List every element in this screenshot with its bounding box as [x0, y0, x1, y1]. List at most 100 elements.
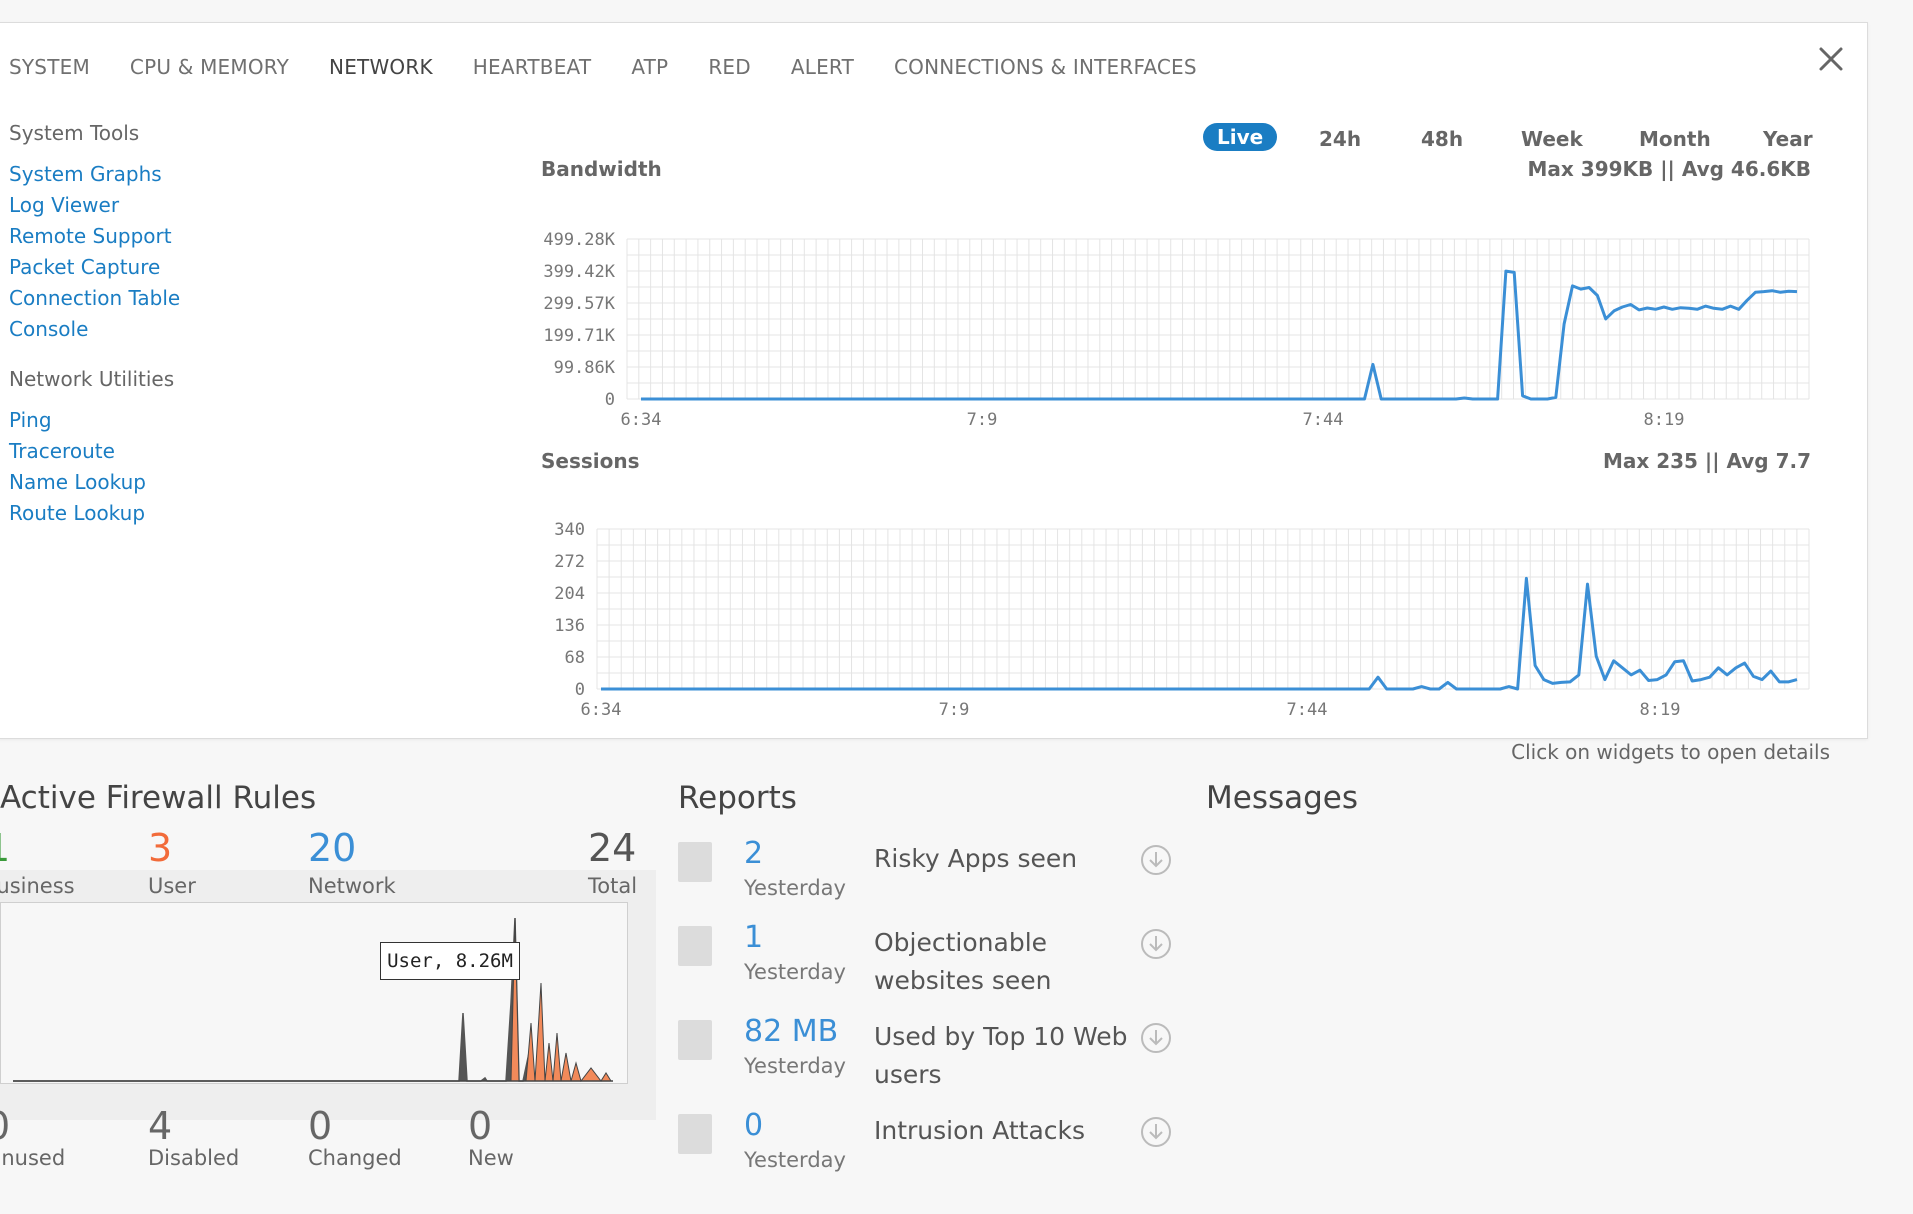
close-icon[interactable] — [1815, 43, 1847, 75]
y-tick-label: 299.57K — [543, 294, 615, 314]
bandwidth-stat: Max 399KB || Avg 46.6KB — [1527, 157, 1811, 181]
x-tick-label: 8:19 — [1644, 410, 1685, 430]
tab-heartbeat[interactable]: HEARTBEAT — [473, 55, 592, 79]
tab-network[interactable]: NETWORK — [329, 55, 433, 79]
y-tick-label: 136 — [554, 616, 585, 636]
firewall-total-count: 24 — [588, 826, 637, 870]
firewall-unused-count: 0 — [0, 1104, 10, 1148]
range-48h[interactable]: 48h — [1421, 127, 1463, 151]
firewall-unused-label: Unused — [0, 1146, 66, 1170]
firewall-user-count: 3 — [148, 826, 173, 870]
y-tick-label: 199.71K — [543, 326, 615, 346]
link-remote-support[interactable]: Remote Support — [9, 221, 180, 252]
sessions-title: Sessions — [541, 449, 640, 473]
tab-connections-interfaces[interactable]: CONNECTIONS & INTERFACES — [894, 55, 1197, 79]
chart-tooltip: User, 8.26M — [380, 942, 520, 980]
x-tick-label: 8:19 — [1640, 700, 1681, 720]
link-name-lookup[interactable]: Name Lookup — [9, 467, 180, 498]
network-panel: SYSTEM CPU & MEMORY NETWORK HEARTBEAT AT… — [0, 22, 1868, 739]
firewall-network-label: Network — [308, 874, 396, 898]
tab-alert[interactable]: ALERT — [791, 55, 854, 79]
firewall-business-label: Business — [0, 874, 75, 898]
y-tick-label: 0 — [575, 680, 585, 700]
report-risky-apps-label[interactable]: Risky Apps seen — [874, 840, 1134, 878]
firewall-network-count: 20 — [308, 826, 357, 870]
link-route-lookup[interactable]: Route Lookup — [9, 498, 180, 529]
link-ping[interactable]: Ping — [9, 405, 180, 436]
x-tick-label: 7:9 — [967, 410, 998, 430]
report-chart-icon — [678, 1020, 712, 1060]
range-24h[interactable]: 24h — [1319, 127, 1361, 151]
range-year[interactable]: Year — [1763, 127, 1813, 151]
widgets-hint: Click on widgets to open details — [1511, 740, 1830, 764]
firewall-total-label: Total — [588, 874, 638, 898]
range-month[interactable]: Month — [1639, 127, 1711, 151]
report-risky-apps-value[interactable]: 2 — [744, 836, 763, 871]
report-web-users-value[interactable]: 82 MB — [744, 1014, 838, 1049]
y-tick-label: 68 — [565, 648, 585, 668]
y-tick-label: 340 — [554, 520, 585, 540]
y-tick-label: 0 — [605, 390, 615, 410]
x-tick-label: 7:44 — [1303, 410, 1344, 430]
tab-atp[interactable]: ATP — [631, 55, 668, 79]
report-chart-icon — [678, 926, 712, 966]
bandwidth-title: Bandwidth — [541, 157, 662, 181]
grid — [596, 528, 1810, 690]
report-intrusion-label[interactable]: Intrusion Attacks — [874, 1112, 1134, 1150]
firewall-changed-label: Changed — [308, 1146, 402, 1170]
link-console[interactable]: Console — [9, 314, 180, 345]
firewall-disabled-count: 4 — [148, 1104, 173, 1148]
bandwidth-chart[interactable]: 499.28K 399.42K 299.57K 199.71K 99.86K 0 6:34 7… — [519, 213, 1819, 433]
x-tick-label: 7:9 — [939, 700, 970, 720]
grid — [626, 238, 1810, 400]
tab-bar: SYSTEM CPU & MEMORY NETWORK HEARTBEAT AT… — [9, 47, 1237, 87]
y-tick-label: 99.86K — [554, 358, 616, 378]
report-objectionable-label[interactable]: Objectionable websites seen — [874, 924, 1134, 1000]
tab-red[interactable]: RED — [708, 55, 751, 79]
sessions-stat: Max 235 || Avg 7.7 — [1602, 449, 1811, 473]
time-range-selector: Live 24h 48h Week Month Year — [1199, 123, 1819, 155]
tools-sidebar: System Tools System Graphs Log Viewer Re… — [9, 121, 180, 529]
series-line — [601, 576, 1798, 691]
download-icon[interactable] — [1140, 1116, 1172, 1148]
link-system-graphs[interactable]: System Graphs — [9, 159, 180, 190]
firewall-business-count: 1 — [0, 826, 10, 870]
range-week[interactable]: Week — [1521, 127, 1583, 151]
download-icon[interactable] — [1140, 844, 1172, 876]
y-tick-label: 399.42K — [543, 262, 615, 282]
report-web-users-label[interactable]: Used by Top 10 Web users — [874, 1018, 1134, 1094]
firewall-disabled-label: Disabled — [148, 1146, 240, 1170]
reports-title: Reports — [678, 780, 797, 816]
firewall-new-label: New — [468, 1146, 514, 1170]
download-icon[interactable] — [1140, 928, 1172, 960]
report-objectionable-value[interactable]: 1 — [744, 920, 763, 955]
network-utilities-heading: Network Utilities — [9, 367, 175, 391]
tab-cpu-memory[interactable]: CPU & MEMORY — [130, 55, 289, 79]
tab-system[interactable]: SYSTEM — [9, 55, 90, 79]
system-tools-heading: System Tools — [9, 121, 140, 145]
report-web-users-period: Yesterday — [744, 1054, 846, 1078]
y-tick-label: 499.28K — [543, 230, 615, 250]
link-packet-capture[interactable]: Packet Capture — [9, 252, 180, 283]
y-tick-label: 272 — [554, 552, 585, 572]
messages-title: Messages — [1206, 780, 1359, 816]
report-intrusion-value[interactable]: 0 — [744, 1108, 763, 1143]
link-log-viewer[interactable]: Log Viewer — [9, 190, 180, 221]
report-objectionable-period: Yesterday — [744, 960, 846, 984]
link-connection-table[interactable]: Connection Table — [9, 283, 180, 314]
download-icon[interactable] — [1140, 1022, 1172, 1054]
firewall-user-label: User — [148, 874, 196, 898]
firewall-new-count: 0 — [468, 1104, 493, 1148]
firewall-traffic-chart[interactable] — [0, 902, 628, 1084]
report-chart-icon — [678, 1114, 712, 1154]
firewall-title: Active Firewall Rules — [0, 780, 317, 816]
range-live[interactable]: Live — [1203, 123, 1278, 151]
x-tick-label: 6:34 — [581, 700, 622, 720]
x-tick-label: 6:34 — [621, 410, 662, 430]
x-tick-label: 7:44 — [1287, 700, 1328, 720]
sessions-chart[interactable]: 340 272 204 136 68 06:34 7:9 7:44 8:19 — [519, 503, 1819, 723]
report-risky-apps-period: Yesterday — [744, 876, 846, 900]
y-tick-label: 204 — [554, 584, 585, 604]
report-intrusion-period: Yesterday — [744, 1148, 846, 1172]
link-traceroute[interactable]: Traceroute — [9, 436, 180, 467]
